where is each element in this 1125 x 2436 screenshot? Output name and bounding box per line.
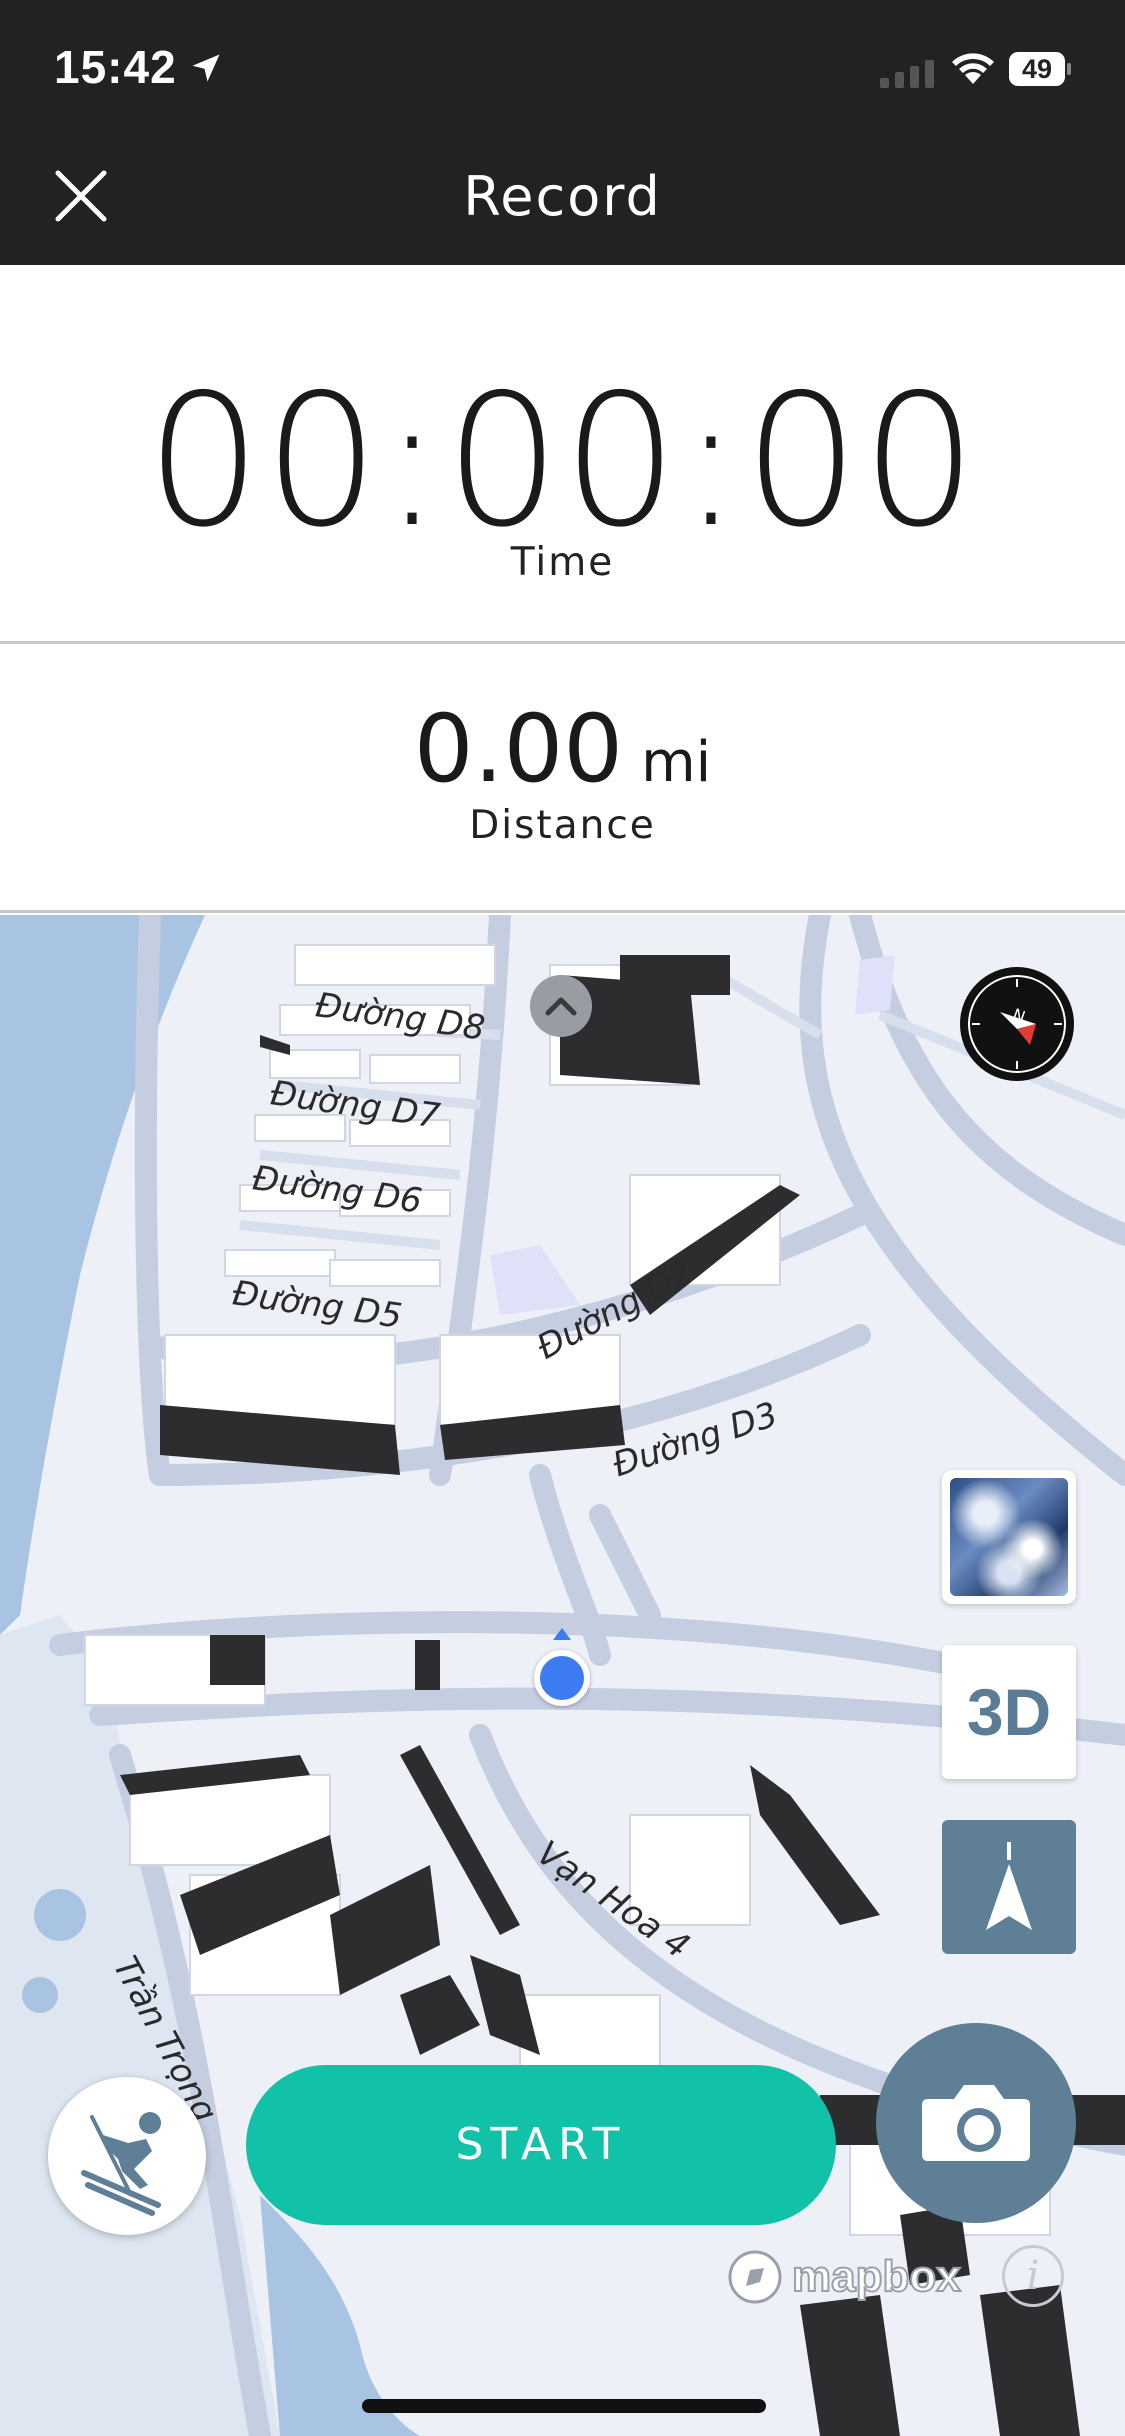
map-view[interactable]: Đường D8 Đường D7 Đường D6 Đường D5 Đườn… [0, 915, 1125, 2436]
navigation-arrow-icon [986, 1842, 1032, 1930]
3d-toggle-button[interactable]: 3D [942, 1645, 1076, 1779]
terrain-layer-icon [950, 1478, 1068, 1596]
divider [0, 910, 1125, 913]
time-value: 00:00:00 [145, 355, 980, 567]
time-label: Time [510, 540, 615, 585]
cellular-signal-icon [880, 60, 934, 88]
header-bar: Record [0, 135, 1125, 265]
distance-display: 0.00 mi [0, 695, 1125, 804]
heading-indicator [553, 1628, 571, 1640]
terrain-layer-button[interactable] [942, 1470, 1076, 1604]
status-bar: 15:42 49 [0, 0, 1125, 135]
camera-button[interactable] [876, 2023, 1076, 2223]
distance-value: 0.00 [413, 695, 624, 804]
page-title: Record [463, 165, 662, 228]
activity-type-button[interactable] [48, 2077, 206, 2235]
start-button[interactable]: START [246, 2065, 836, 2225]
divider [0, 641, 1125, 644]
home-indicator [362, 2399, 766, 2413]
chevron-up-icon[interactable] [530, 975, 592, 1037]
compass-icon[interactable]: N [960, 967, 1074, 1081]
battery-level: 49 [1021, 54, 1053, 84]
camera-icon [922, 2085, 1030, 2161]
distance-unit: mi [641, 730, 712, 795]
mapbox-icon [728, 2250, 782, 2304]
current-location-dot [534, 1650, 590, 1706]
location-arrow-icon [192, 54, 220, 82]
distance-label: Distance [469, 803, 656, 848]
navigation-arrow-button[interactable] [942, 1820, 1076, 1954]
status-time: 15:42 [54, 41, 177, 93]
stats-panel: 00:00:00 Time 0.00 mi Distance [0, 265, 1125, 915]
mapbox-logo[interactable]: mapbox [726, 2245, 962, 2309]
wifi-icon [952, 53, 994, 84]
mapbox-text: mapbox [791, 2251, 962, 2302]
skier-icon [81, 2112, 161, 2216]
info-icon[interactable]: i [1002, 2245, 1064, 2307]
